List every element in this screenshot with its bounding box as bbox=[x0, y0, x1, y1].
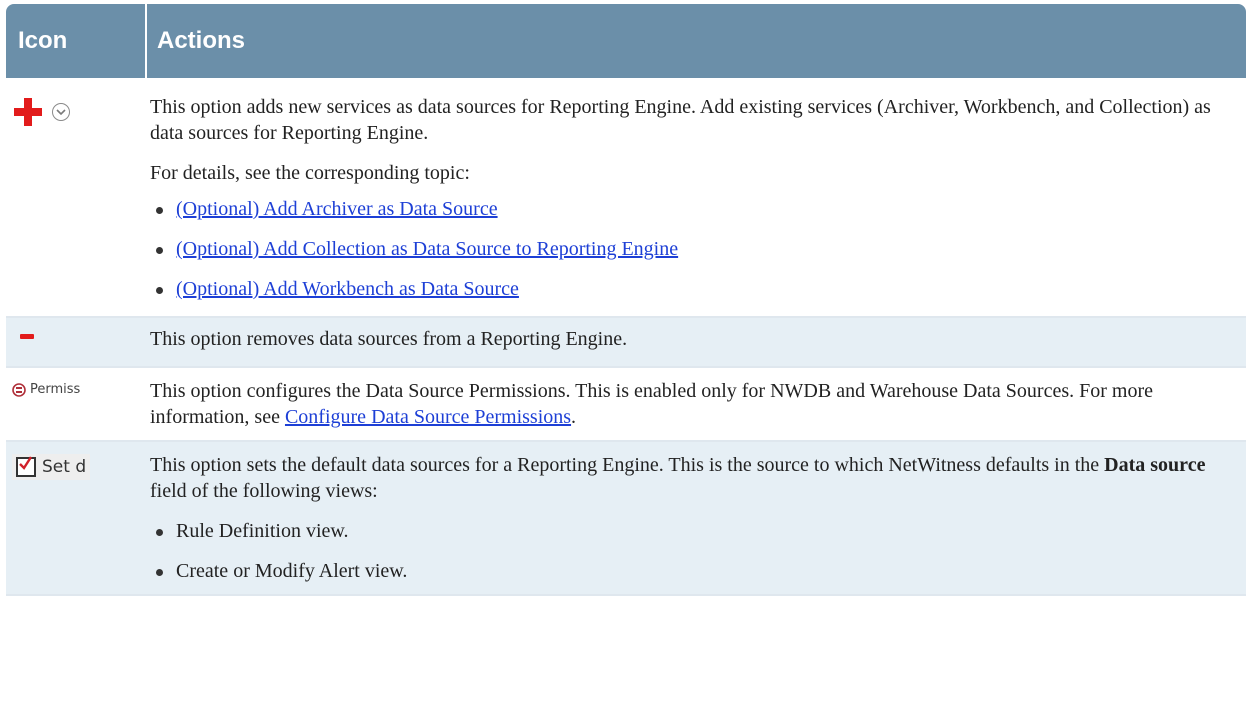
list-item: (Optional) Add Collection as Data Source… bbox=[150, 236, 1236, 262]
header-icon: Icon bbox=[6, 4, 146, 78]
icon-cell bbox=[6, 317, 146, 368]
data-source-field-name: Data source bbox=[1104, 454, 1206, 476]
table-row-set-default: Set d This option sets the default data … bbox=[6, 441, 1246, 596]
topic-link-list: (Optional) Add Archiver as Data Source (… bbox=[150, 196, 1236, 302]
actions-cell: This option configures the Data Source P… bbox=[146, 367, 1246, 442]
header-actions: Actions bbox=[145, 4, 1246, 78]
permissions-label: Permiss bbox=[30, 382, 81, 397]
views-list: Rule Definition view. Create or Modify A… bbox=[150, 518, 1236, 584]
icon-cell bbox=[6, 78, 146, 318]
list-item: Create or Modify Alert view. bbox=[150, 558, 1236, 584]
chevron-down-icon[interactable] bbox=[52, 103, 70, 121]
actions-table: Icon Actions This option adds new servic… bbox=[6, 4, 1246, 596]
minus-icon[interactable] bbox=[20, 334, 34, 339]
list-item: Rule Definition view. bbox=[150, 518, 1236, 544]
set-default-text-end: field of the following views: bbox=[150, 480, 378, 502]
actions-cell: This option adds new services as data so… bbox=[146, 78, 1246, 318]
table-row-remove: This option removes data sources from a … bbox=[6, 317, 1246, 368]
set-default-description: This option sets the default data source… bbox=[150, 452, 1236, 504]
remove-description: This option removes data sources from a … bbox=[150, 328, 628, 350]
plus-icon[interactable] bbox=[14, 98, 42, 126]
add-description: This option adds new services as data so… bbox=[150, 96, 1211, 144]
link-add-archiver[interactable]: (Optional) Add Archiver as Data Source bbox=[176, 198, 498, 220]
set-default-button[interactable]: Set d bbox=[12, 454, 91, 480]
shield-icon bbox=[12, 382, 26, 397]
actions-cell: This option removes data sources from a … bbox=[146, 317, 1246, 368]
icon-cell: Permiss bbox=[6, 367, 146, 442]
table-header-row: Icon Actions bbox=[6, 4, 1246, 78]
list-item: (Optional) Add Archiver as Data Source bbox=[150, 196, 1236, 222]
table-row-add: This option adds new services as data so… bbox=[6, 78, 1246, 318]
permissions-description: This option configures the Data Source P… bbox=[150, 378, 1236, 430]
link-configure-permissions[interactable]: Configure Data Source Permissions bbox=[285, 406, 571, 428]
permissions-button[interactable]: Permiss bbox=[12, 382, 146, 397]
icon-cell: Set d bbox=[6, 441, 146, 596]
set-default-label: Set d bbox=[42, 457, 87, 477]
actions-cell: This option sets the default data source… bbox=[146, 441, 1246, 596]
add-details-intro: For details, see the corresponding topic… bbox=[150, 162, 470, 184]
checkbox-icon bbox=[16, 456, 36, 477]
link-add-collection[interactable]: (Optional) Add Collection as Data Source… bbox=[176, 238, 678, 260]
table-row-permissions: Permiss This option configures the Data … bbox=[6, 367, 1246, 442]
link-add-workbench[interactable]: (Optional) Add Workbench as Data Source bbox=[176, 278, 519, 300]
set-default-text: This option sets the default data source… bbox=[150, 454, 1105, 476]
list-item: (Optional) Add Workbench as Data Source bbox=[150, 276, 1236, 302]
permissions-text-end: . bbox=[571, 406, 577, 428]
